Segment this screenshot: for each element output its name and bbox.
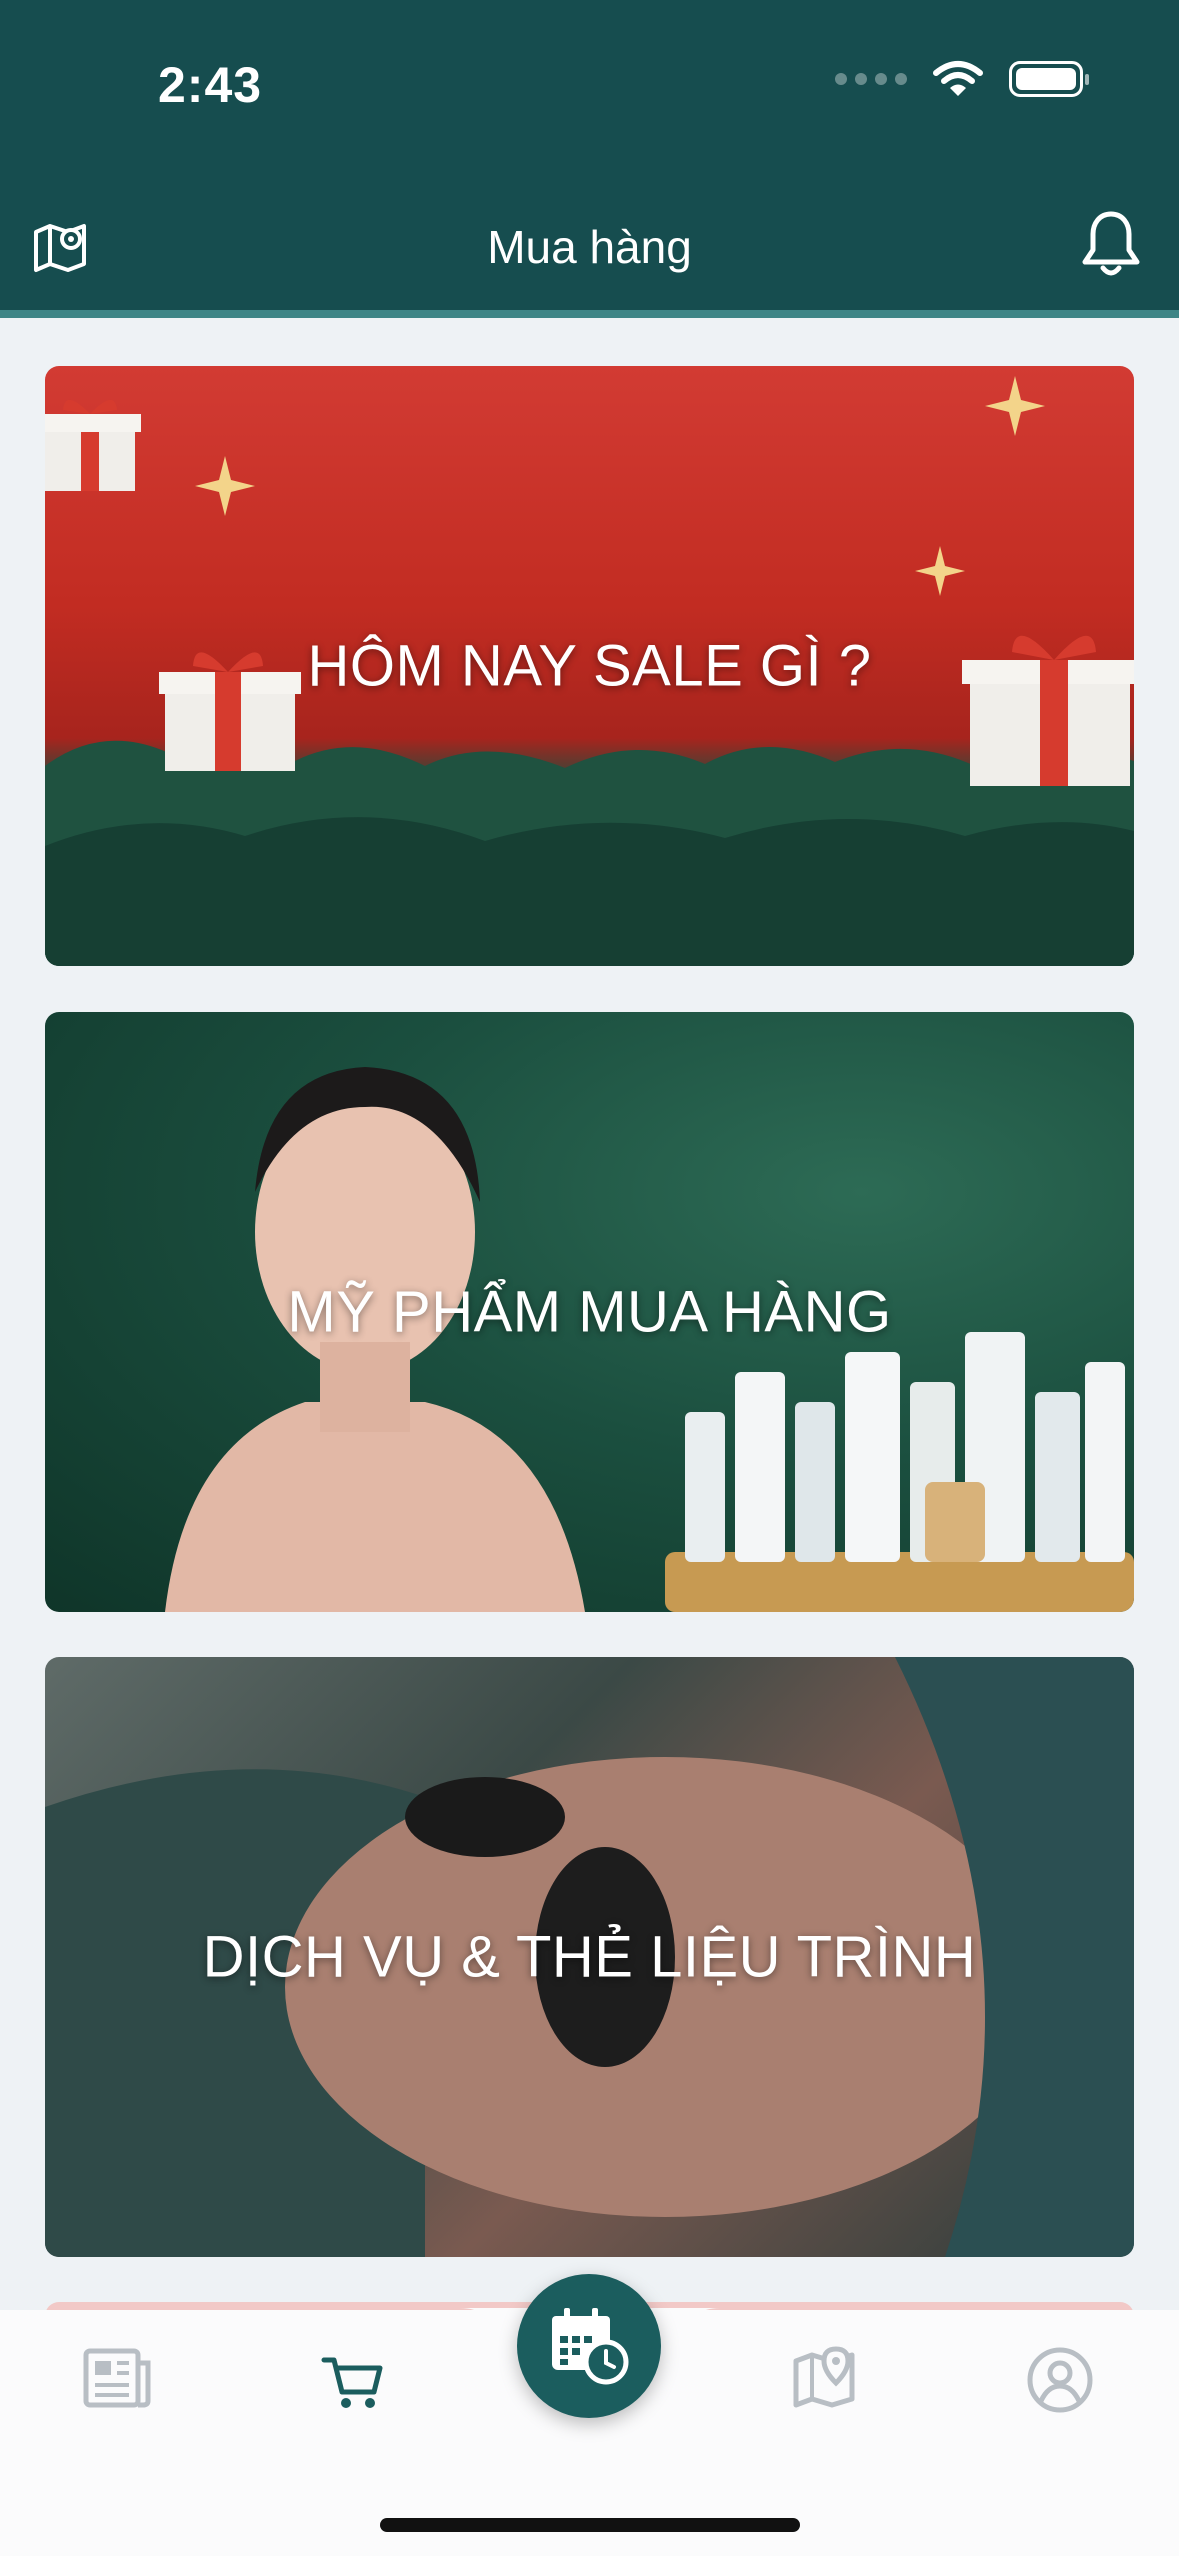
booking-button[interactable] [517, 2274, 661, 2418]
services-card[interactable]: DỊCH VỤ & THẺ LIỆU TRÌNH [45, 1657, 1134, 2257]
map-pin-icon[interactable] [790, 2345, 860, 2411]
home-indicator [380, 2518, 800, 2532]
status-time: 2:43 [158, 57, 263, 113]
cosmetics-card[interactable]: MỸ PHẨM MUA HÀNG [45, 1012, 1134, 1612]
newspaper-icon[interactable] [82, 2345, 152, 2411]
cart-icon[interactable] [320, 2352, 384, 2412]
card-label: HÔM NAY SALE GÌ ? [307, 633, 872, 699]
page-title: Mua hàng [487, 221, 692, 273]
sale-today-card[interactable]: HÔM NAY SALE GÌ ? [45, 366, 1134, 966]
bell-icon[interactable] [1079, 208, 1143, 280]
sparkle-icon [985, 376, 1045, 436]
sparkle-icon [195, 456, 255, 516]
card-label: MỸ PHẨM MUA HÀNG [287, 1279, 892, 1345]
cellular-signal-icon [835, 73, 907, 85]
profile-icon[interactable] [1026, 2346, 1094, 2414]
gift-box-icon [45, 399, 141, 491]
battery-icon [1009, 61, 1089, 97]
calendar-clock-icon [552, 2308, 629, 2385]
wifi-icon [933, 61, 983, 96]
sparkle-icon [915, 546, 965, 596]
card-label: DỊCH VỤ & THẺ LIỆU TRÌNH [202, 1924, 977, 1990]
status-indicators [835, 60, 1089, 98]
header-divider [0, 310, 1179, 318]
cosmetic-products-image [665, 1332, 1134, 1612]
